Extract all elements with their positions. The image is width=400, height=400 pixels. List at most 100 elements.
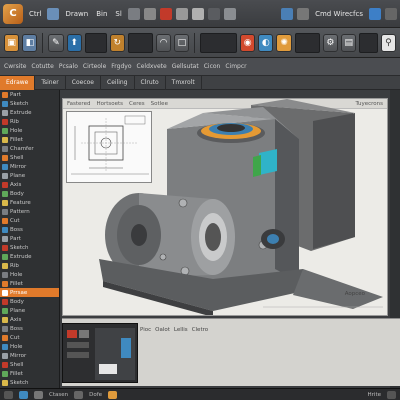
drawing-icon[interactable]: ▤ [341,33,357,52]
tree-item[interactable]: Cut [0,333,59,342]
tree-item-selected[interactable]: Prrsae [0,288,59,297]
new-part-icon[interactable]: ▣ [4,33,20,52]
tree-item[interactable]: Plane [0,171,59,180]
toolbar-item[interactable]: Celdxvete [137,63,167,70]
tree-item[interactable]: Sketch [0,99,59,108]
view-icon[interactable] [207,7,220,20]
tree-item[interactable]: Fillet [0,279,59,288]
tree-item[interactable]: Axis [0,180,59,189]
bottom-label[interactable]: Cletro [192,327,208,333]
tab-3[interactable]: Coecoe [66,75,101,90]
3d-viewport[interactable]: Fastered Hortsoets Ceres Sotlee Tuyecron… [62,98,388,316]
tab-4[interactable]: Ceiling [101,75,135,90]
section-icon[interactable]: ◐ [258,33,274,52]
tree-item[interactable]: Hole [0,342,59,351]
bottom-label[interactable]: Oalot [155,327,170,333]
toolbar-item[interactable]: Cotutte [31,63,53,70]
save-icon[interactable] [127,7,140,20]
tree-item[interactable]: Extrude [0,252,59,261]
toolbar-item[interactable]: Cicon [204,63,221,70]
tree-item[interactable]: Part [0,234,59,243]
tree-item[interactable]: Fillet [0,135,59,144]
shell-icon[interactable]: □ [174,33,190,52]
toolbar-item[interactable]: Cimpcr [225,63,246,70]
redo-icon[interactable] [159,7,172,20]
tree-item[interactable]: Fillet [0,369,59,378]
revolve-icon[interactable]: ↻ [109,33,125,52]
menubar-right-label[interactable]: Cmd Wirecfcs [313,9,365,19]
menu-item-2[interactable]: Drawn [63,9,90,19]
layers-icon[interactable] [223,7,236,20]
measure-icon[interactable]: ◉ [240,33,256,52]
bottom-label[interactable]: Lellis [174,327,188,333]
feature-icon [2,199,8,206]
toolbar-item[interactable]: Gellsutat [172,63,199,70]
ribbon-panel-5[interactable] [359,32,378,53]
tree-item[interactable]: Sketch [0,243,59,252]
user-icon[interactable] [385,7,397,20]
tree-item[interactable]: Rib [0,261,59,270]
toolbar-item[interactable]: Frgdyo [111,63,131,70]
sketch-icon[interactable]: ✎ [48,33,64,52]
menu-item-1[interactable]: Ctrl [27,9,43,19]
ribbon-panel-1[interactable] [84,32,107,53]
thumbnail-panel[interactable] [62,323,138,383]
tree-item[interactable]: Boss [0,324,59,333]
menu-item-4[interactable]: Sl [113,9,123,19]
tree-item[interactable]: Plane [0,306,59,315]
settings-icon[interactable] [387,390,396,399]
tab-5[interactable]: Clruto [135,75,166,90]
fillet-icon[interactable]: ◠ [155,33,172,52]
tree-item[interactable]: Shell [0,153,59,162]
tree-item[interactable]: Chamfer [0,144,59,153]
tree-item[interactable]: Mirror [0,351,59,360]
render-icon[interactable]: ✺ [276,33,292,52]
extrude-icon[interactable]: ⬆ [66,33,82,52]
snap-icon[interactable] [34,390,43,399]
open-icon[interactable]: ◧ [22,33,38,52]
tree-item[interactable]: Part [0,90,59,99]
print-icon[interactable] [175,7,188,20]
tree-item[interactable]: Mirror [0,162,59,171]
tree-item[interactable]: Axis [0,315,59,324]
feature-icon [2,352,8,359]
tree-item[interactable]: Shell [0,360,59,369]
bottom-label[interactable]: Pioc [140,327,151,333]
tree-item[interactable]: Pattern [0,207,59,216]
layers-icon[interactable] [74,390,84,399]
grid-icon[interactable] [281,7,294,20]
user-account-icon[interactable]: ⚲ [380,33,397,52]
tree-item[interactable]: Hole [0,126,59,135]
tree-item[interactable]: Sketch [0,378,59,387]
toolbar-item[interactable]: Cirteole [83,63,106,70]
tree-item[interactable]: Hole [0,270,59,279]
tab-2[interactable]: Tsiner [35,75,66,90]
assembly-icon[interactable]: ⚙ [322,33,339,52]
tree-item[interactable]: Boss [0,225,59,234]
tree-item[interactable]: Body [0,297,59,306]
menu-item-3[interactable]: Bin [94,9,109,19]
tree-item[interactable]: Extrude [0,108,59,117]
tree-item[interactable]: Feature [0,198,59,207]
tree-item[interactable]: Rib [0,117,59,126]
window-icon[interactable] [297,7,310,20]
undo-icon[interactable] [143,7,156,20]
sun-icon[interactable] [108,390,118,399]
ribbon-panel-4[interactable] [294,32,320,53]
tab-6[interactable]: Tmxrolt [166,75,202,90]
home-icon[interactable] [4,390,13,399]
help-icon[interactable] [369,7,381,20]
grid-icon[interactable] [19,390,28,399]
tree-item[interactable]: Cut [0,216,59,225]
ribbon-panel-3[interactable] [200,32,237,53]
app-logo[interactable]: C [3,3,23,24]
toolbar-item[interactable]: Pcsalo [59,63,78,70]
toolbar-item[interactable]: Cwrsite [4,63,26,70]
tab-1[interactable]: Edrawe [0,75,36,90]
feature-icon [2,127,8,134]
settings-icon[interactable] [191,7,204,20]
folder-icon[interactable] [47,7,60,20]
tree-item[interactable]: Body [0,189,59,198]
ribbon-panel-2[interactable] [127,32,153,53]
tree-item-label: Mirror [10,352,27,359]
